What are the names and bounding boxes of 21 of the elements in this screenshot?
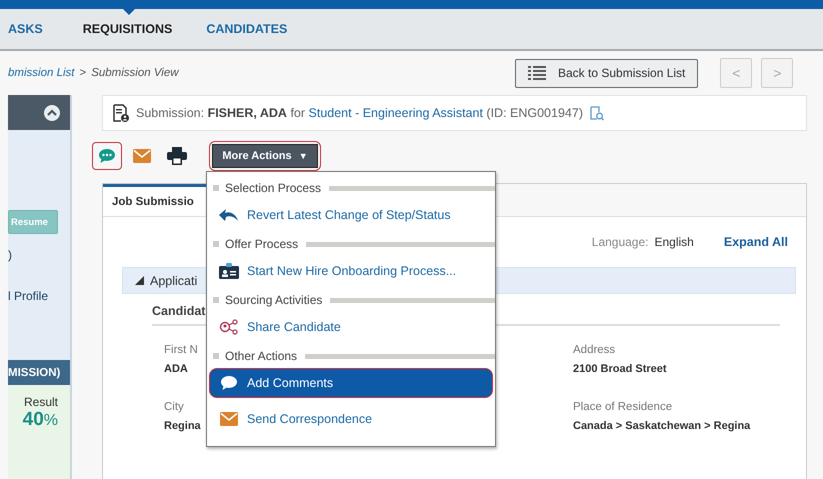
field-value: Canada > Saskatchewan > Regina — [573, 420, 750, 432]
field-value: 2100 Broad Street — [573, 363, 667, 375]
field-label: First N — [164, 344, 198, 356]
field-value: Regina — [164, 420, 201, 432]
breadcrumb-current: Submission View — [91, 67, 179, 79]
result-value: 40% — [22, 409, 58, 431]
field-label: Place of Residence — [573, 401, 672, 413]
breadcrumb-separator: > — [79, 67, 86, 79]
submission-title: Submission: FISHER, ADA for Student - Engineering Assistant (ID: ENG001947) — [136, 106, 583, 120]
menu-group-title: Offer Process — [225, 237, 298, 251]
result-label: Result — [24, 395, 58, 409]
section-band: MISSION) — [8, 360, 70, 385]
field-label: Address — [573, 344, 616, 356]
menu-group-title: Other Actions — [225, 349, 298, 363]
language-value: English — [654, 235, 694, 249]
field-label: City — [164, 401, 184, 413]
field-value: ADA — [164, 363, 188, 375]
menu-group-title: Selection Process — [225, 181, 322, 195]
language-label: Language: — [592, 235, 648, 249]
side-text: ) — [8, 248, 12, 262]
menu-group-title: Sourcing Activities — [225, 293, 322, 307]
